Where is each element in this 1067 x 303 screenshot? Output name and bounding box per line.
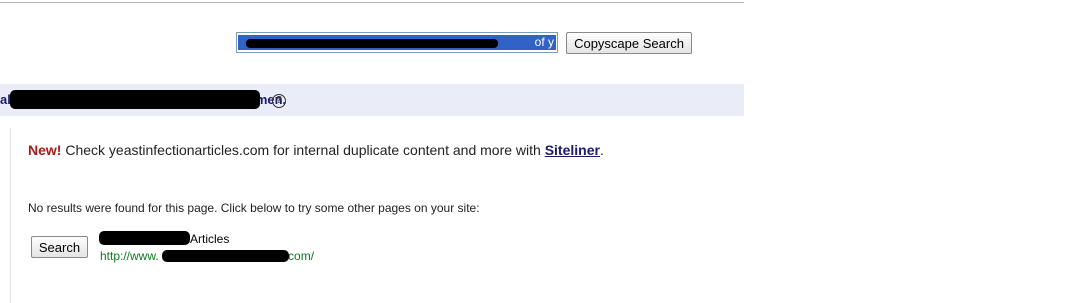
search-input[interactable]: of y (236, 32, 558, 53)
site-result-title-suffix: Articles (190, 232, 230, 246)
notice-end: . (599, 142, 604, 158)
siteliner-link[interactable]: Siteliner (545, 142, 600, 158)
url-prefix: http://www. (100, 249, 159, 263)
help-icon[interactable]: ? (272, 94, 286, 108)
search-page-button[interactable]: Search (31, 236, 88, 258)
redaction-bar (246, 39, 498, 48)
new-label: New! (28, 142, 62, 158)
redaction-bar (99, 231, 190, 245)
input-text-selection: of y (238, 35, 556, 50)
no-results-message: No results were found for this page. Cli… (28, 201, 480, 215)
top-divider (0, 2, 744, 3)
input-visible-text: of y (534, 35, 554, 49)
siteliner-notice: New! Check yeastinfectionarticles.com fo… (28, 142, 604, 159)
redaction-bar (10, 90, 260, 109)
content-left-border (10, 128, 11, 303)
notice-text: Check yeastinfectionarticles.com for int… (61, 142, 545, 158)
url-suffix: .com/ (284, 249, 315, 263)
copyscape-search-button[interactable]: Copyscape Search (566, 32, 692, 54)
redaction-bar (162, 250, 289, 262)
